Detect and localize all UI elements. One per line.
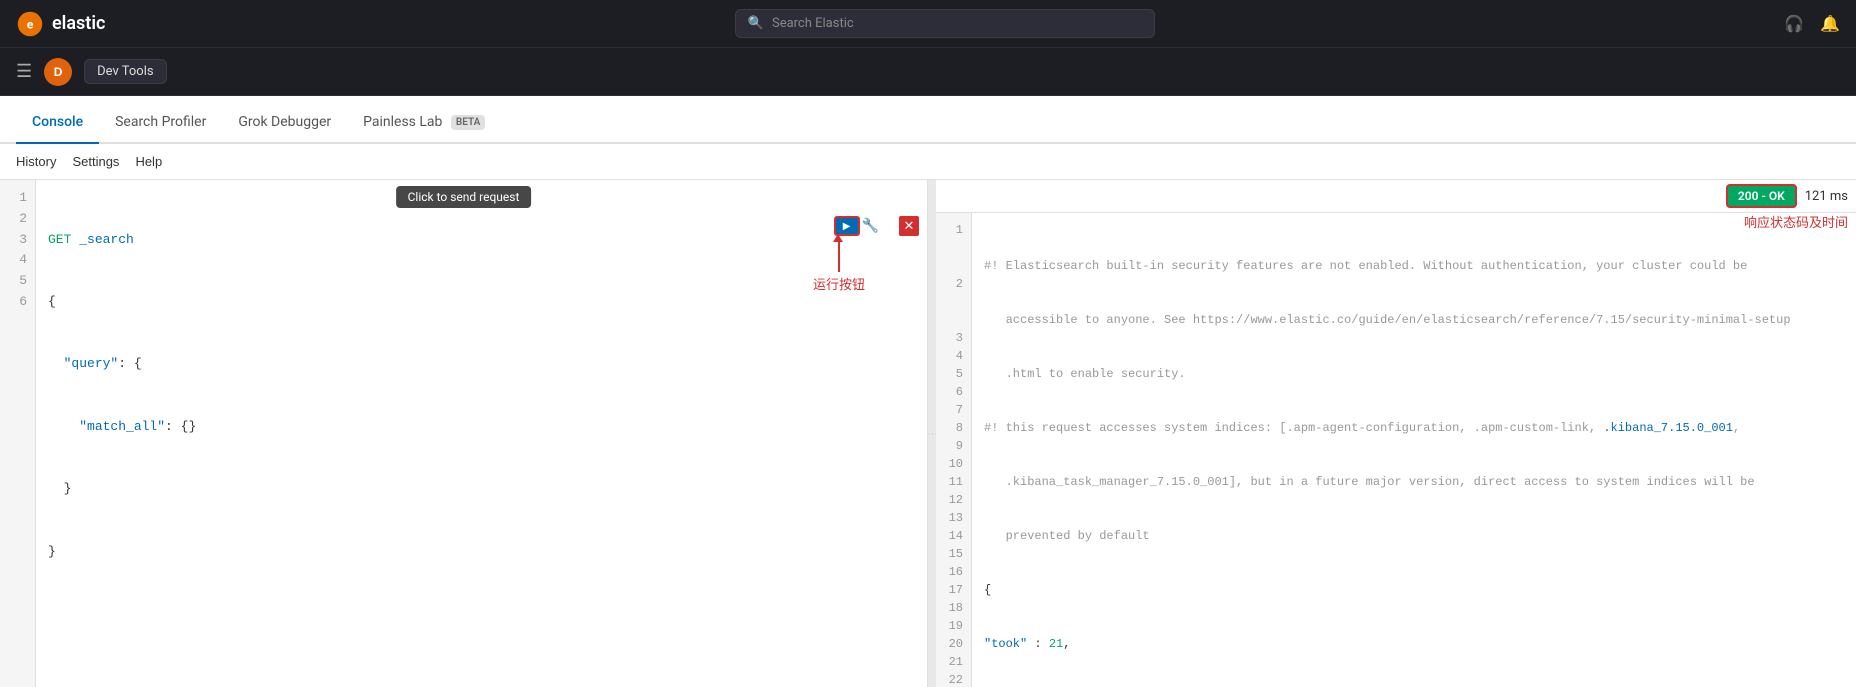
response-panel: 200 - OK 121 ms 响应状态码及时间 1 2 3 4 5 6 7 8… (936, 180, 1856, 687)
code-line-1: GET _search (48, 230, 915, 251)
run-annotation-label: 运行按钮 (813, 274, 865, 293)
run-annotation: 运行按钮 (813, 240, 865, 293)
wrench-icon[interactable]: 🔧 (862, 218, 879, 234)
resp-line-1b: accessible to anyone. See https://www.el… (984, 311, 1844, 329)
code-editor[interactable]: 1 2 3 4 5 6 GET _search { "query": { "ma… (0, 180, 927, 687)
status-badge: 200 - OK (1726, 184, 1797, 208)
run-request-button[interactable]: ▶ (834, 216, 860, 236)
editor-panel: Click to send request 1 2 3 4 5 6 GET _s… (0, 180, 928, 687)
user-avatar[interactable]: D (44, 58, 72, 86)
tab-bar: Console Search Profiler Grok Debugger Pa… (0, 96, 1856, 144)
nav-icons: 🎧 🔔 (1784, 14, 1840, 33)
action-buttons-area: ▶ 🔧 (834, 216, 879, 236)
response-time: 121 ms (1805, 189, 1848, 204)
resp-line-2: #! this request accesses system indices:… (984, 419, 1844, 437)
tab-search-profiler[interactable]: Search Profiler (99, 102, 222, 144)
response-line-numbers: 1 2 3 4 5 6 7 8 9 10 11 12 13 14 15 16 (936, 213, 972, 687)
editor-line-numbers: 1 2 3 4 5 6 (0, 180, 36, 687)
bell-icon[interactable]: 🔔 (1820, 14, 1840, 33)
console-toolbar: History Settings Help (0, 144, 1856, 180)
help-button[interactable]: Help (135, 150, 162, 173)
history-button[interactable]: History (16, 150, 56, 173)
tab-painless-lab[interactable]: Painless Lab BETA (347, 102, 501, 144)
settings-button[interactable]: Settings (72, 150, 119, 173)
close-button[interactable]: ✕ (899, 216, 919, 236)
search-icon: 🔍 (748, 16, 764, 31)
resp-line-2c: prevented by default (984, 527, 1844, 545)
resp-line-2b: .kibana_task_manager_7.15.0_001], but in… (984, 473, 1844, 491)
response-header: 200 - OK 121 ms (936, 180, 1856, 213)
code-line-3: "query": { (48, 354, 915, 375)
main-content: Click to send request 1 2 3 4 5 6 GET _s… (0, 180, 1856, 687)
response-body[interactable]: 1 2 3 4 5 6 7 8 9 10 11 12 13 14 15 16 (936, 213, 1856, 687)
resp-line-1: #! Elasticsearch built-in security featu… (984, 257, 1844, 275)
beta-badge: BETA (451, 115, 485, 130)
second-navigation: ☰ D Dev Tools (0, 48, 1856, 96)
response-code-content: #! Elasticsearch built-in security featu… (972, 213, 1856, 687)
dev-tools-breadcrumb[interactable]: Dev Tools (84, 59, 166, 84)
code-line-2: { (48, 292, 915, 313)
global-search-bar[interactable]: 🔍 Search Elastic (735, 9, 1155, 38)
code-line-4: "match_all": {} (48, 417, 915, 438)
code-line-6: } (48, 542, 915, 563)
tab-console[interactable]: Console (16, 102, 99, 144)
code-line-5: } (48, 479, 915, 500)
svg-text:e: e (27, 17, 34, 31)
top-navigation: e elastic 🔍 Search Elastic 🎧 🔔 (0, 0, 1856, 48)
resp-line-1c: .html to enable security. (984, 365, 1844, 383)
response-annotation-label: 响应状态码及时间 (1744, 212, 1848, 231)
panel-divider[interactable]: ⋮ (928, 180, 936, 687)
editor-code-content[interactable]: GET _search { "query": { "match_all": {}… (36, 180, 927, 687)
hamburger-button[interactable]: ☰ (16, 61, 32, 82)
tab-grok-debugger[interactable]: Grok Debugger (222, 102, 347, 144)
search-bar-area: 🔍 Search Elastic (117, 9, 1772, 38)
elastic-logo[interactable]: e elastic (16, 10, 105, 38)
resp-line-3: { (984, 581, 1844, 599)
help-icon[interactable]: 🎧 (1784, 14, 1804, 33)
resp-line-4: "took" : 21, (984, 635, 1844, 653)
